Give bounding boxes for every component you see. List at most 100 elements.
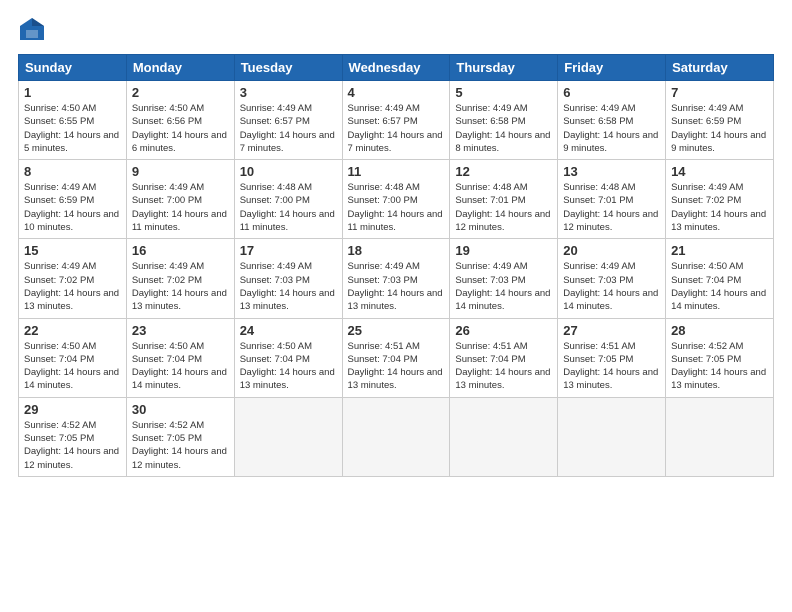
day-number: 16	[132, 243, 229, 258]
day-number: 9	[132, 164, 229, 179]
day-number: 29	[24, 402, 121, 417]
day-info: Sunrise: 4:48 AMSunset: 7:01 PMDaylight:…	[563, 182, 658, 233]
day-number: 30	[132, 402, 229, 417]
day-info: Sunrise: 4:48 AMSunset: 7:00 PMDaylight:…	[240, 182, 335, 233]
calendar-cell: 27 Sunrise: 4:51 AMSunset: 7:05 PMDaylig…	[558, 318, 666, 397]
day-info: Sunrise: 4:49 AMSunset: 7:03 PMDaylight:…	[240, 261, 335, 312]
calendar-cell: 4 Sunrise: 4:49 AMSunset: 6:57 PMDayligh…	[342, 81, 450, 160]
weekday-header-monday: Monday	[126, 55, 234, 81]
day-number: 26	[455, 323, 552, 338]
calendar-cell: 2 Sunrise: 4:50 AMSunset: 6:56 PMDayligh…	[126, 81, 234, 160]
calendar-cell: 30 Sunrise: 4:52 AMSunset: 7:05 PMDaylig…	[126, 397, 234, 476]
day-info: Sunrise: 4:50 AMSunset: 6:55 PMDaylight:…	[24, 103, 119, 154]
calendar-cell: 22 Sunrise: 4:50 AMSunset: 7:04 PMDaylig…	[19, 318, 127, 397]
day-number: 28	[671, 323, 768, 338]
day-info: Sunrise: 4:49 AMSunset: 6:57 PMDaylight:…	[240, 103, 335, 154]
day-info: Sunrise: 4:50 AMSunset: 7:04 PMDaylight:…	[240, 341, 335, 392]
calendar-cell: 3 Sunrise: 4:49 AMSunset: 6:57 PMDayligh…	[234, 81, 342, 160]
day-info: Sunrise: 4:49 AMSunset: 7:02 PMDaylight:…	[671, 182, 766, 233]
calendar-cell: 24 Sunrise: 4:50 AMSunset: 7:04 PMDaylig…	[234, 318, 342, 397]
day-info: Sunrise: 4:49 AMSunset: 7:02 PMDaylight:…	[24, 261, 119, 312]
calendar-cell	[666, 397, 774, 476]
week-row-3: 15 Sunrise: 4:49 AMSunset: 7:02 PMDaylig…	[19, 239, 774, 318]
weekday-header-sunday: Sunday	[19, 55, 127, 81]
day-number: 20	[563, 243, 660, 258]
header	[18, 16, 774, 44]
calendar-cell	[450, 397, 558, 476]
day-number: 25	[348, 323, 445, 338]
day-info: Sunrise: 4:49 AMSunset: 6:58 PMDaylight:…	[455, 103, 550, 154]
day-number: 1	[24, 85, 121, 100]
calendar-cell: 6 Sunrise: 4:49 AMSunset: 6:58 PMDayligh…	[558, 81, 666, 160]
calendar-cell: 21 Sunrise: 4:50 AMSunset: 7:04 PMDaylig…	[666, 239, 774, 318]
calendar-cell: 26 Sunrise: 4:51 AMSunset: 7:04 PMDaylig…	[450, 318, 558, 397]
day-number: 7	[671, 85, 768, 100]
calendar-cell: 1 Sunrise: 4:50 AMSunset: 6:55 PMDayligh…	[19, 81, 127, 160]
day-info: Sunrise: 4:49 AMSunset: 7:00 PMDaylight:…	[132, 182, 227, 233]
week-row-4: 22 Sunrise: 4:50 AMSunset: 7:04 PMDaylig…	[19, 318, 774, 397]
day-info: Sunrise: 4:49 AMSunset: 6:58 PMDaylight:…	[563, 103, 658, 154]
calendar-cell: 7 Sunrise: 4:49 AMSunset: 6:59 PMDayligh…	[666, 81, 774, 160]
calendar-cell: 9 Sunrise: 4:49 AMSunset: 7:00 PMDayligh…	[126, 160, 234, 239]
calendar-cell: 12 Sunrise: 4:48 AMSunset: 7:01 PMDaylig…	[450, 160, 558, 239]
week-row-1: 1 Sunrise: 4:50 AMSunset: 6:55 PMDayligh…	[19, 81, 774, 160]
day-info: Sunrise: 4:52 AMSunset: 7:05 PMDaylight:…	[671, 341, 766, 392]
calendar-cell: 14 Sunrise: 4:49 AMSunset: 7:02 PMDaylig…	[666, 160, 774, 239]
day-number: 3	[240, 85, 337, 100]
calendar-cell: 11 Sunrise: 4:48 AMSunset: 7:00 PMDaylig…	[342, 160, 450, 239]
week-row-2: 8 Sunrise: 4:49 AMSunset: 6:59 PMDayligh…	[19, 160, 774, 239]
logo-icon	[18, 16, 46, 44]
calendar-cell: 17 Sunrise: 4:49 AMSunset: 7:03 PMDaylig…	[234, 239, 342, 318]
weekday-header-saturday: Saturday	[666, 55, 774, 81]
calendar-cell	[342, 397, 450, 476]
day-info: Sunrise: 4:51 AMSunset: 7:04 PMDaylight:…	[348, 341, 443, 392]
calendar-cell: 18 Sunrise: 4:49 AMSunset: 7:03 PMDaylig…	[342, 239, 450, 318]
day-number: 19	[455, 243, 552, 258]
calendar-cell: 15 Sunrise: 4:49 AMSunset: 7:02 PMDaylig…	[19, 239, 127, 318]
day-number: 8	[24, 164, 121, 179]
calendar-cell: 13 Sunrise: 4:48 AMSunset: 7:01 PMDaylig…	[558, 160, 666, 239]
weekday-header-friday: Friday	[558, 55, 666, 81]
calendar-cell: 23 Sunrise: 4:50 AMSunset: 7:04 PMDaylig…	[126, 318, 234, 397]
weekday-header-wednesday: Wednesday	[342, 55, 450, 81]
day-info: Sunrise: 4:49 AMSunset: 7:02 PMDaylight:…	[132, 261, 227, 312]
day-number: 24	[240, 323, 337, 338]
day-info: Sunrise: 4:48 AMSunset: 7:00 PMDaylight:…	[348, 182, 443, 233]
calendar-cell: 19 Sunrise: 4:49 AMSunset: 7:03 PMDaylig…	[450, 239, 558, 318]
weekday-header-row: SundayMondayTuesdayWednesdayThursdayFrid…	[19, 55, 774, 81]
calendar-cell: 8 Sunrise: 4:49 AMSunset: 6:59 PMDayligh…	[19, 160, 127, 239]
calendar-cell: 29 Sunrise: 4:52 AMSunset: 7:05 PMDaylig…	[19, 397, 127, 476]
day-number: 22	[24, 323, 121, 338]
weekday-header-tuesday: Tuesday	[234, 55, 342, 81]
page: SundayMondayTuesdayWednesdayThursdayFrid…	[0, 0, 792, 612]
calendar-cell: 20 Sunrise: 4:49 AMSunset: 7:03 PMDaylig…	[558, 239, 666, 318]
day-number: 23	[132, 323, 229, 338]
calendar-cell: 5 Sunrise: 4:49 AMSunset: 6:58 PMDayligh…	[450, 81, 558, 160]
day-info: Sunrise: 4:50 AMSunset: 7:04 PMDaylight:…	[24, 341, 119, 392]
calendar-cell: 25 Sunrise: 4:51 AMSunset: 7:04 PMDaylig…	[342, 318, 450, 397]
day-info: Sunrise: 4:49 AMSunset: 7:03 PMDaylight:…	[455, 261, 550, 312]
day-number: 18	[348, 243, 445, 258]
day-number: 5	[455, 85, 552, 100]
calendar-cell	[234, 397, 342, 476]
day-number: 21	[671, 243, 768, 258]
calendar-cell: 10 Sunrise: 4:48 AMSunset: 7:00 PMDaylig…	[234, 160, 342, 239]
day-number: 4	[348, 85, 445, 100]
day-number: 17	[240, 243, 337, 258]
day-info: Sunrise: 4:50 AMSunset: 6:56 PMDaylight:…	[132, 103, 227, 154]
day-number: 11	[348, 164, 445, 179]
day-info: Sunrise: 4:48 AMSunset: 7:01 PMDaylight:…	[455, 182, 550, 233]
day-number: 2	[132, 85, 229, 100]
day-info: Sunrise: 4:51 AMSunset: 7:05 PMDaylight:…	[563, 341, 658, 392]
day-number: 6	[563, 85, 660, 100]
day-info: Sunrise: 4:51 AMSunset: 7:04 PMDaylight:…	[455, 341, 550, 392]
day-info: Sunrise: 4:49 AMSunset: 6:59 PMDaylight:…	[24, 182, 119, 233]
day-info: Sunrise: 4:50 AMSunset: 7:04 PMDaylight:…	[132, 341, 227, 392]
day-info: Sunrise: 4:49 AMSunset: 7:03 PMDaylight:…	[563, 261, 658, 312]
calendar-cell: 16 Sunrise: 4:49 AMSunset: 7:02 PMDaylig…	[126, 239, 234, 318]
week-row-5: 29 Sunrise: 4:52 AMSunset: 7:05 PMDaylig…	[19, 397, 774, 476]
day-number: 15	[24, 243, 121, 258]
day-info: Sunrise: 4:49 AMSunset: 6:57 PMDaylight:…	[348, 103, 443, 154]
day-info: Sunrise: 4:52 AMSunset: 7:05 PMDaylight:…	[132, 420, 227, 471]
calendar-table: SundayMondayTuesdayWednesdayThursdayFrid…	[18, 54, 774, 477]
